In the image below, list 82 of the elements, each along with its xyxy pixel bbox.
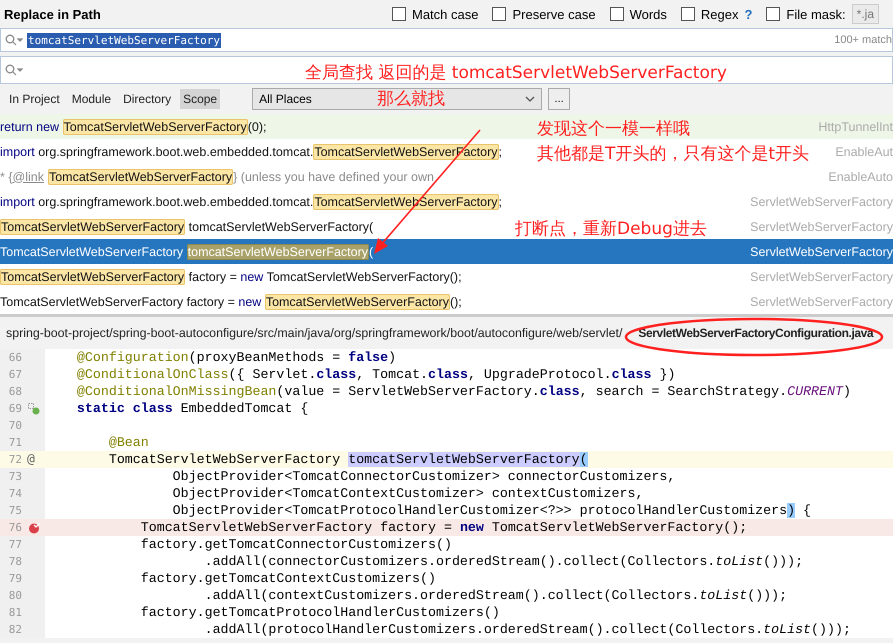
code-text: @Bean (108, 435, 149, 450)
replace-field[interactable] (0, 56, 893, 84)
option-label[interactable]: Words (630, 6, 667, 22)
result-row[interactable]: TomcatServletWebServerFactory tomcatServletWebServerFactory( ServletWebServerFactory (0, 239, 893, 264)
code-text: factory.getTomcatProtocolHandlerCustomizers() (140, 605, 500, 620)
result-file: ServletWebServerFactory (750, 294, 893, 308)
option-label[interactable]: File mask: (786, 6, 846, 22)
search-icon[interactable] (5, 64, 23, 76)
code-text: .addAll(contextCustomizers.orderedStream().collect(Collectors.toList())); (204, 588, 788, 603)
result-file: EnableAuto (828, 170, 893, 184)
option-label[interactable]: Preserve case (512, 6, 596, 22)
scope-tab[interactable]: In Project (6, 89, 63, 109)
chevron-down-icon (525, 96, 536, 102)
file-path: spring-boot-project/spring-boot-autoconfigure/src/main/java/org/springframework/boot/autoconfigure/web/servlet/ (6, 326, 622, 340)
code-text: .addAll(protocolHandlerCustomizers.orderedStream().collect(Collectors.toList())); (204, 622, 851, 637)
code-text: ObjectProvider<TomcatContextCustomizer> contextCustomizers, (172, 486, 644, 501)
breakpoint-icon[interactable] (28, 522, 40, 534)
code-text: @Configuration(proxyBeanMethods = false) (76, 350, 396, 365)
code-text: @ConditionalOnClass({ Servlet.class, Tomcat.class, UpgradeProtocol.class }) (76, 367, 676, 382)
checkbox[interactable] (492, 7, 506, 21)
code-text: ObjectProvider<TomcatConnectorCustomizer> connectorCustomizers, (172, 469, 676, 484)
annotation-text: 发现这个一模一样哦 (537, 118, 690, 140)
result-code: TomcatServletWebServerFactory factory = new TomcatServletWebServerFactory(); (0, 294, 462, 308)
line-number: 80 (8, 589, 22, 602)
scope-tab[interactable]: Scope (180, 89, 220, 109)
result-row[interactable]: return new TomcatServletWebServerFactory(0); 发现这个一模一样哦 HttpTunnelInt (0, 114, 893, 139)
line-number: 76 (8, 521, 22, 534)
line-number: 66 (8, 351, 22, 364)
line-number: 75 (8, 504, 22, 517)
override-mark[interactable]: @ (27, 452, 35, 467)
line-number: 69 (8, 402, 22, 415)
line-number: 73 (8, 470, 22, 483)
result-file: ServletWebServerFactory (750, 244, 893, 258)
result-code: TomcatServletWebServerFactory tomcatServletWebServerFactory( (0, 244, 374, 258)
checkbox[interactable] (766, 7, 780, 21)
line-number: 68 (8, 385, 22, 398)
code-text: ObjectProvider<TomcatProtocolHandlerCustomizer<?>> protocolHandlerCustomizers) { (172, 503, 812, 518)
line-number: 74 (8, 487, 22, 500)
code-text: @ConditionalOnMissingBean(value = ServletWebServerFactory.class, search = SearchStrategy.CURRENT) (76, 384, 851, 399)
result-code: TomcatServletWebServerFactory tomcatServletWebServerFactory( (0, 220, 374, 234)
match-count: 100+ match (834, 34, 892, 46)
code-text: static class EmbeddedTomcat { (76, 401, 308, 416)
browse-button[interactable]: ... (548, 88, 570, 110)
line-number: 79 (8, 572, 22, 585)
result-file: HttpTunnelInt (818, 120, 893, 134)
line-number: 72 (8, 453, 22, 466)
line-number: 81 (8, 606, 22, 619)
checkbox[interactable] (610, 7, 624, 21)
annotation-text: 其他都是T开头的，只有这个是t开头 (537, 143, 810, 165)
result-code: return new TomcatServletWebServerFactory(0); (0, 120, 266, 134)
result-file: EnableAut (835, 144, 893, 158)
line-number: 78 (8, 555, 22, 568)
checkbox[interactable] (392, 7, 406, 21)
line-number: 70 (8, 419, 22, 432)
annotation-text: 打断点，重新Debug进去 (515, 218, 707, 240)
code-text: TomcatServletWebServerFactory factory = new TomcatServletWebServerFactory(); (140, 520, 748, 535)
scope-tab[interactable]: Directory (120, 89, 174, 109)
file-name: ServletWebServerFactoryConfiguration.java (638, 326, 874, 340)
result-code: TomcatServletWebServerFactory factory = new TomcatServletWebServerFactory(); (0, 270, 462, 284)
checkbox[interactable] (680, 7, 695, 21)
help-link[interactable]: ? (744, 6, 752, 22)
option-label[interactable]: Regex (700, 6, 738, 22)
dialog-title: Replace in Path (4, 6, 102, 22)
result-file: ServletWebServerFactory (750, 220, 893, 234)
result-file: ServletWebServerFactory (750, 270, 893, 284)
file-mask-field[interactable]: *.ja (852, 4, 879, 24)
line-number: 67 (8, 368, 22, 381)
scope-tab[interactable]: Module (68, 89, 114, 109)
code-text: .addAll(connectorCustomizers.orderedStream().collect(Collectors.toList())); (204, 554, 804, 569)
search-field[interactable]: tomcatServletWebServerFactory 100+ match (0, 28, 893, 52)
line-number: 77 (8, 538, 22, 551)
code-text: TomcatServletWebServerFactory tomcatServletWebServerFactory( (108, 452, 588, 467)
code-text: factory.getTomcatConnectorCustomizers() (140, 537, 452, 552)
code-text: factory.getTomcatContextCustomizers() (140, 571, 436, 586)
search-icon[interactable] (5, 34, 23, 46)
annotation-text: 全局查找 返回的是 tomcatServletWebServerFactory (305, 62, 727, 84)
line-number: 82 (8, 623, 22, 636)
result-code: * {@link TomcatServletWebServerFactory} (unless you have defined your own (0, 170, 434, 184)
result-file: ServletWebServerFactory (750, 194, 893, 208)
option-label[interactable]: Match case (412, 6, 478, 22)
annotation-text: 那么就找 (377, 88, 445, 110)
line-number: 71 (8, 436, 22, 449)
